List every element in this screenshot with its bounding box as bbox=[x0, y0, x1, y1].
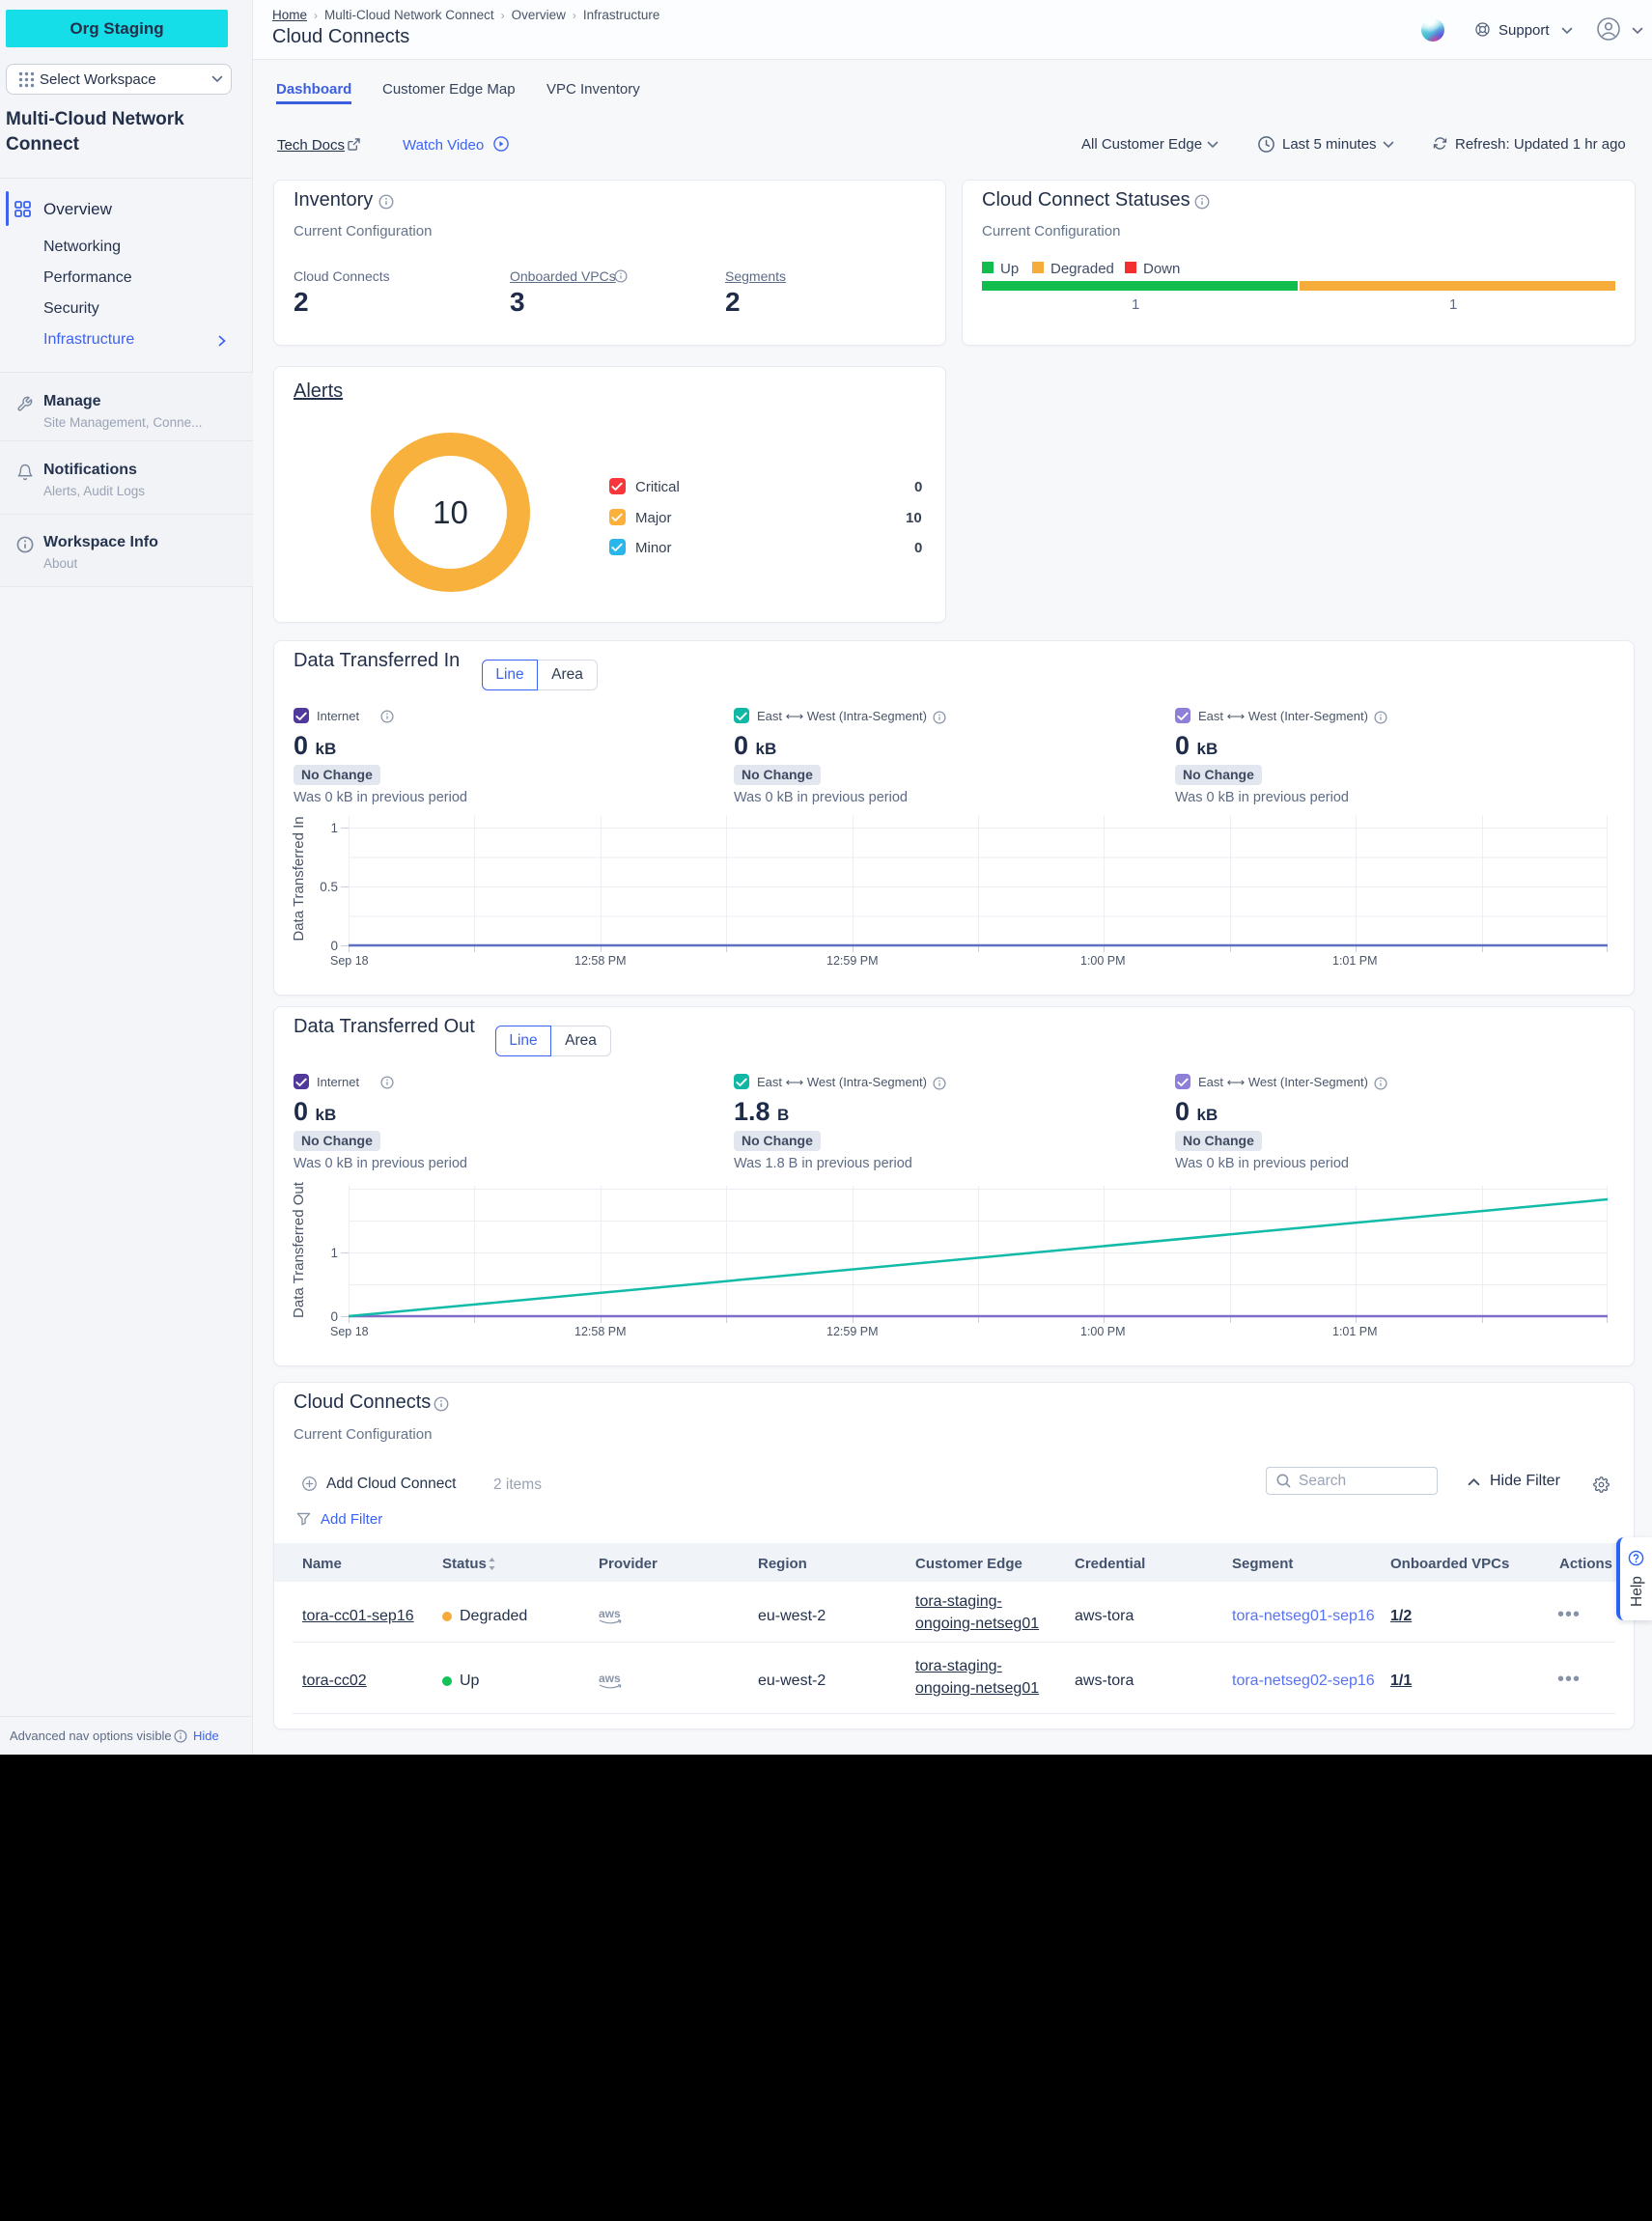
svg-text:aws: aws bbox=[599, 1607, 621, 1620]
svg-text:aws: aws bbox=[599, 1672, 621, 1685]
